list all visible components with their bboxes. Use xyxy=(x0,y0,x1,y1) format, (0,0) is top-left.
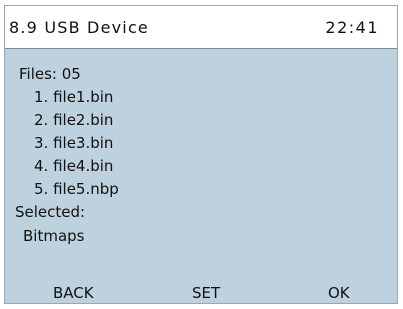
screen-title: 8.9 USB Device xyxy=(9,18,149,37)
ok-softkey[interactable]: OK xyxy=(328,284,350,302)
clock-time: 22:41 xyxy=(325,18,379,37)
device-screen: 8.9 USB Device 22:41 Files: 05 1. file1.… xyxy=(4,5,398,304)
file-list-item-5[interactable]: 5. file5.nbp xyxy=(34,180,119,198)
screen-header: 8.9 USB Device 22:41 xyxy=(5,6,397,49)
files-count: Files: 05 xyxy=(19,65,81,83)
selected-value: Bitmaps xyxy=(23,227,85,245)
selected-label: Selected: xyxy=(15,203,86,221)
softkey-bar: BACK SET OK xyxy=(5,283,397,303)
file-list-item-3[interactable]: 3. file3.bin xyxy=(34,134,113,152)
file-list-item-4[interactable]: 4. file4.bin xyxy=(34,157,113,175)
file-list-item-2[interactable]: 2. file2.bin xyxy=(34,111,113,129)
back-softkey[interactable]: BACK xyxy=(53,284,94,302)
set-softkey[interactable]: SET xyxy=(192,284,220,302)
file-list-item-1[interactable]: 1. file1.bin xyxy=(34,88,113,106)
